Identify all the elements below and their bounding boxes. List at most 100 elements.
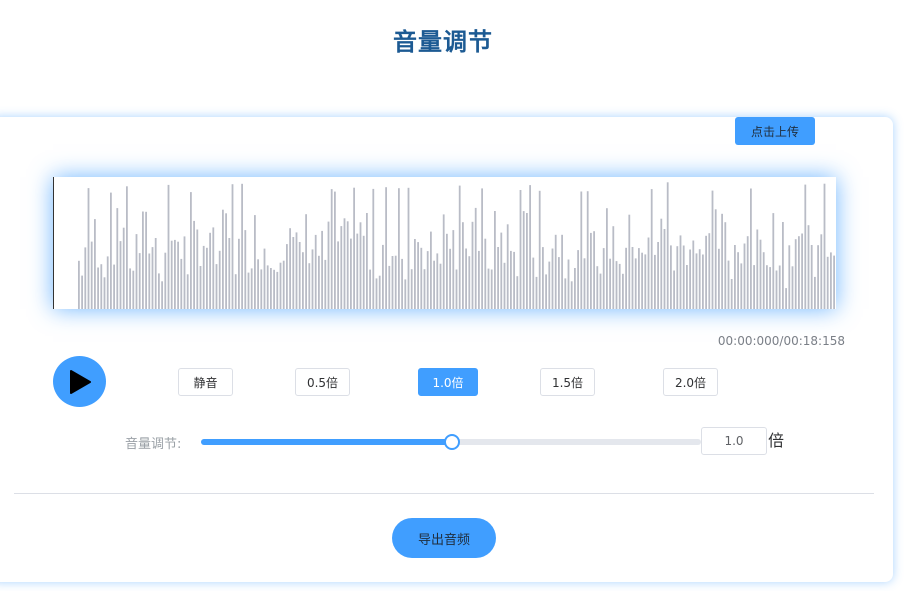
waveform-bar [375, 278, 378, 309]
rate-1-5x-button[interactable]: 1.5倍 [540, 368, 595, 396]
waveform-bar [209, 232, 211, 309]
waveform-bar [734, 245, 736, 309]
waveform-bar [378, 275, 381, 309]
waveform-bar [196, 229, 199, 309]
waveform-bar [81, 275, 83, 309]
waveform-bar [650, 189, 653, 309]
waveform-bar [634, 258, 637, 309]
waveform-bar [359, 222, 362, 309]
waveform-bar [532, 257, 535, 309]
waveform-bar [186, 274, 189, 309]
waveform-bar [478, 250, 480, 309]
waveform-bar [161, 281, 163, 309]
waveform-bar [615, 261, 618, 309]
waveform-bar [222, 209, 224, 309]
waveform-bar [321, 230, 323, 309]
waveform-bar [670, 245, 672, 309]
waveform-bar [778, 265, 781, 309]
waveform-bar [740, 263, 743, 309]
waveform-bar [474, 207, 477, 309]
waveform-bar [487, 268, 490, 309]
waveform-bar [743, 243, 746, 309]
waveform-bar [545, 274, 547, 309]
waveform-bar [455, 269, 458, 309]
waveform-bar [353, 187, 355, 309]
waveform-bar [580, 191, 583, 309]
waveform-bar [407, 187, 410, 309]
waveform-bar [567, 259, 570, 309]
waveform-bar [206, 247, 208, 309]
upload-button[interactable]: 点击上传 [735, 117, 815, 145]
waveform-bar [308, 263, 311, 309]
waveform-bar [660, 218, 663, 309]
waveform-bar [334, 191, 336, 309]
waveform-bar [158, 273, 160, 309]
waveform-bar [270, 268, 272, 309]
waveform-bar [538, 190, 541, 309]
waveform-bar [727, 260, 730, 309]
waveform-bar [791, 266, 794, 309]
waveform-bar [775, 270, 778, 309]
waveform-bar [468, 256, 471, 309]
waveform-bar [382, 244, 384, 309]
waveform-bar [132, 270, 135, 309]
waveform-bar [750, 188, 752, 309]
waveform-bar [698, 249, 701, 309]
waveform-bar [766, 265, 768, 309]
rate-2-0x-button[interactable]: 2.0倍 [663, 368, 718, 396]
waveform-bar [426, 251, 429, 309]
volume-slider[interactable] [201, 434, 701, 450]
waveform-bar [202, 245, 205, 309]
play-button[interactable] [53, 356, 106, 407]
waveform-bar [164, 252, 167, 309]
waveform-bar [826, 256, 829, 309]
waveform-bar [721, 213, 723, 309]
waveform-bar [433, 260, 435, 309]
waveform-bar [737, 252, 739, 309]
waveform-bar [823, 183, 826, 309]
waveform-bar [238, 238, 240, 309]
waveform-bar [516, 276, 519, 309]
waveform-bar [657, 242, 659, 309]
waveform-bar [266, 265, 269, 309]
waveform-bar [830, 252, 832, 309]
volume-input[interactable] [701, 427, 767, 455]
waveform-bar [241, 183, 243, 309]
waveform-bar [391, 256, 394, 309]
export-audio-button[interactable]: 导出音频 [392, 518, 496, 558]
mute-button[interactable]: 静音 [178, 368, 233, 396]
waveform-bar [122, 227, 125, 309]
waveform-bar [465, 248, 467, 309]
waveform-bar [718, 248, 720, 309]
waveform-bar [257, 259, 259, 309]
waveform-bar [769, 267, 771, 309]
waveform-bar [686, 265, 688, 309]
waveform-bar [526, 213, 528, 309]
waveform-bar [302, 252, 304, 309]
waveform-bar [154, 238, 157, 309]
waveform-bar [510, 250, 512, 309]
waveform-bar [490, 269, 493, 309]
waveform-panel[interactable] [53, 177, 836, 309]
waveform-bar [625, 247, 627, 309]
waveform-bar [417, 242, 419, 309]
waveform-bar [548, 261, 551, 309]
waveform-bar [612, 226, 615, 309]
waveform-bar [324, 259, 327, 309]
waveform-bar [574, 268, 576, 309]
waveform-bar [500, 232, 503, 309]
waveform-bar [746, 236, 749, 309]
waveform-bar [151, 247, 154, 309]
waveform-bar [145, 211, 147, 309]
rate-1-0x-button[interactable]: 1.0倍 [418, 368, 478, 396]
rate-0-5x-button[interactable]: 0.5倍 [295, 368, 350, 396]
volume-slider-handle[interactable] [444, 434, 460, 450]
waveform-bar [254, 215, 256, 309]
waveform-bar [228, 238, 231, 309]
waveform-bar [388, 265, 391, 309]
waveform-bar [225, 213, 227, 309]
waveform-bar [772, 213, 775, 309]
waveform-bar [673, 270, 675, 309]
waveform-bar [462, 222, 464, 309]
waveform-bar [234, 274, 237, 309]
